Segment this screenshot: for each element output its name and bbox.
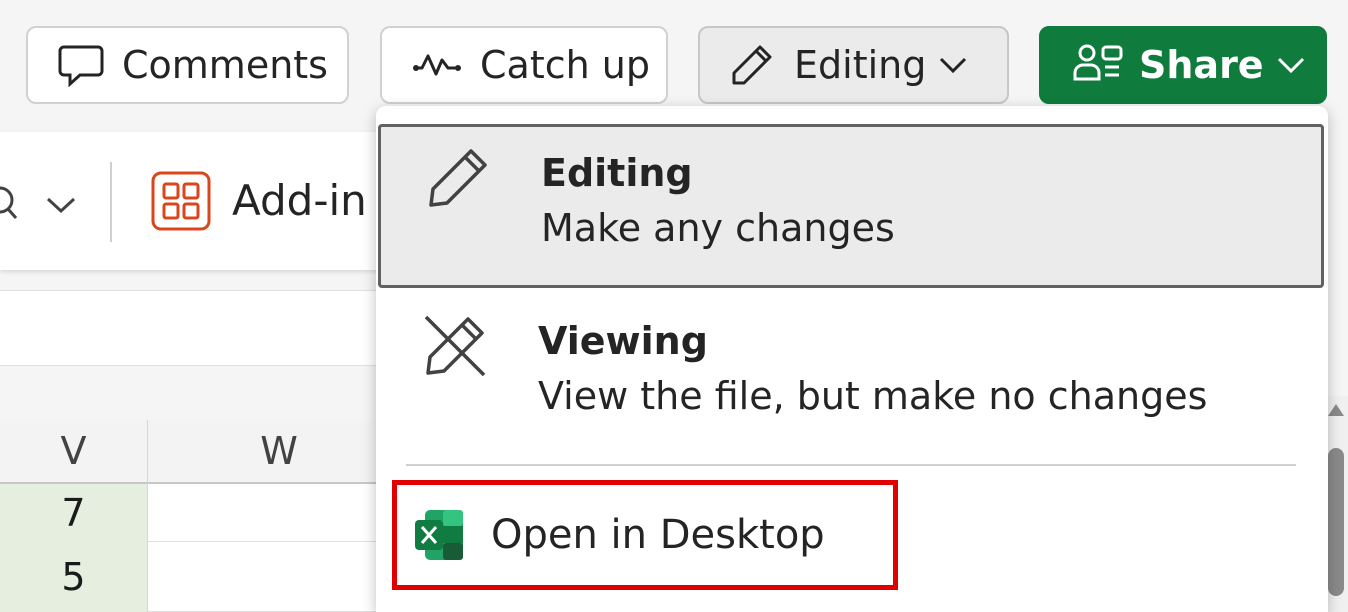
menu-item-viewing[interactable]: Viewing View the file, but make no chang… <box>378 295 1324 445</box>
menu-item-editing[interactable]: Editing Make any changes <box>378 124 1324 288</box>
chevron-down-icon <box>938 55 968 75</box>
share-label: Share <box>1139 43 1264 87</box>
comments-button[interactable]: Comments <box>26 26 349 104</box>
cell-w-row1[interactable] <box>148 484 410 542</box>
editing-mode-button[interactable]: Editing <box>698 26 1009 104</box>
menu-divider <box>406 464 1296 466</box>
chevron-down-icon <box>1276 55 1306 75</box>
open-in-desktop-button[interactable]: Open in Desktop <box>392 480 898 590</box>
share-button[interactable]: Share <box>1039 26 1327 104</box>
add-ins-icon <box>150 170 212 232</box>
menu-item-viewing-title: Viewing <box>538 319 708 363</box>
cell-v-row2[interactable]: 5 <box>0 542 148 612</box>
cell-w-row2[interactable] <box>148 542 410 612</box>
scrollbar-thumb[interactable] <box>1328 448 1344 596</box>
pencil-icon <box>730 43 774 87</box>
search-icon[interactable] <box>0 184 18 224</box>
pencil-icon <box>425 145 491 215</box>
pencil-off-icon <box>422 313 488 383</box>
comment-icon <box>58 43 104 87</box>
editing-mode-label: Editing <box>794 43 927 87</box>
menu-item-editing-title: Editing <box>541 151 693 195</box>
comments-label: Comments <box>122 43 328 87</box>
menu-item-editing-description: Make any changes <box>541 206 895 250</box>
formula-bar[interactable] <box>0 290 390 366</box>
people-share-icon <box>1073 43 1125 87</box>
catch-up-label: Catch up <box>480 43 650 87</box>
chevron-down-icon[interactable] <box>44 194 78 216</box>
cell-v-row1[interactable]: 7 <box>0 484 148 542</box>
column-header-v[interactable]: V <box>0 420 148 484</box>
catch-up-button[interactable]: Catch up <box>380 26 668 104</box>
add-ins-button-label[interactable]: Add-in <box>232 176 367 225</box>
menu-item-viewing-description: View the file, but make no changes <box>538 374 1208 418</box>
open-in-desktop-label: Open in Desktop <box>491 512 825 558</box>
column-header-w[interactable]: W <box>148 420 410 484</box>
activity-wave-icon <box>412 50 462 80</box>
ribbon-divider <box>110 162 112 242</box>
excel-icon <box>413 508 467 562</box>
